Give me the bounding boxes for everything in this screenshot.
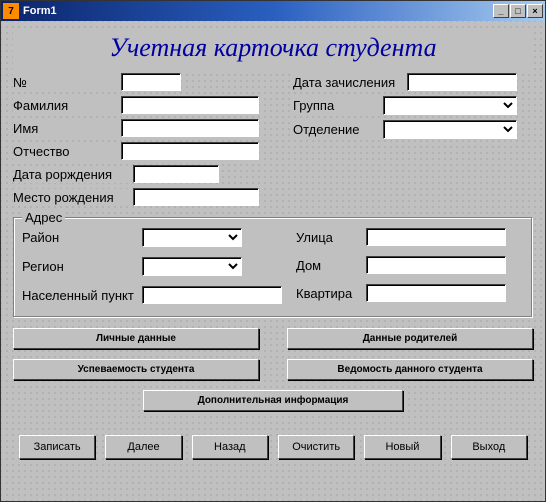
new-button[interactable]: Новый	[364, 435, 440, 459]
save-button[interactable]: Записать	[19, 435, 95, 459]
page-title: Учетная карточка студента	[13, 29, 533, 73]
group-select[interactable]	[383, 96, 517, 115]
back-button[interactable]: Назад	[192, 435, 268, 459]
num-input[interactable]	[121, 73, 181, 91]
address-legend: Адрес	[22, 210, 65, 225]
enroll-label: Дата зачисления	[293, 74, 407, 91]
nav-row-1: Личные данные Данные родителей	[13, 328, 533, 349]
window: 7 Form1 _ □ × Учетная карточка студента …	[0, 0, 546, 502]
pob-input[interactable]	[133, 188, 259, 206]
flat-label: Квартира	[296, 285, 366, 302]
name-input[interactable]	[121, 119, 259, 137]
left-column: № Фамилия Имя Отчество Дата рорждения	[13, 73, 273, 211]
street-input[interactable]	[366, 228, 506, 246]
otch-label: Отчество	[13, 143, 121, 160]
exit-button[interactable]: Выход	[451, 435, 527, 459]
num-label: №	[13, 74, 121, 91]
bottom-bar: Записать Далее Назад Очистить Новый Выхо…	[13, 435, 533, 459]
record-button[interactable]: Ведомость данного студента	[287, 359, 533, 380]
pob-label: Место рождения	[13, 189, 133, 206]
region-select[interactable]	[142, 257, 242, 276]
app-icon: 7	[3, 3, 19, 19]
maximize-button[interactable]: □	[510, 4, 526, 18]
house-label: Дом	[296, 257, 366, 274]
street-label: Улица	[296, 229, 366, 246]
region-label: Регион	[22, 258, 142, 275]
window-title: Form1	[23, 5, 493, 17]
rayon-label: Район	[22, 229, 142, 246]
dept-select[interactable]	[383, 120, 517, 139]
rayon-select[interactable]	[142, 228, 242, 247]
name-label: Имя	[13, 120, 121, 137]
fam-input[interactable]	[121, 96, 259, 114]
group-label: Группа	[293, 97, 383, 114]
clear-button[interactable]: Очистить	[278, 435, 354, 459]
town-input[interactable]	[142, 286, 282, 304]
progress-button[interactable]: Успеваемость студента	[13, 359, 259, 380]
address-fieldset: Адрес Район Регион Населенный пункт	[13, 217, 533, 318]
dept-label: Отделение	[293, 121, 383, 138]
otch-input[interactable]	[121, 142, 259, 160]
close-button[interactable]: ×	[527, 4, 543, 18]
house-input[interactable]	[366, 256, 506, 274]
dob-label: Дата рорждения	[13, 166, 133, 183]
enroll-input[interactable]	[407, 73, 517, 91]
titlebar: 7 Form1 _ □ ×	[1, 1, 545, 21]
town-label: Населенный пункт	[22, 287, 142, 304]
flat-input[interactable]	[366, 284, 506, 302]
top-grid: № Фамилия Имя Отчество Дата рорждения	[13, 73, 533, 211]
minimize-button[interactable]: _	[493, 4, 509, 18]
next-button[interactable]: Далее	[105, 435, 181, 459]
personal-button[interactable]: Личные данные	[13, 328, 259, 349]
form-body: Учетная карточка студента № Фамилия Имя …	[1, 21, 545, 501]
window-controls: _ □ ×	[493, 4, 543, 18]
fam-label: Фамилия	[13, 97, 121, 114]
extra-button[interactable]: Дополнительная информация	[143, 390, 403, 411]
parents-button[interactable]: Данные родителей	[287, 328, 533, 349]
nav-row-2: Успеваемость студента Ведомость данного …	[13, 359, 533, 380]
dob-input[interactable]	[133, 165, 219, 183]
right-column: Дата зачисления Группа Отделение	[293, 73, 533, 211]
